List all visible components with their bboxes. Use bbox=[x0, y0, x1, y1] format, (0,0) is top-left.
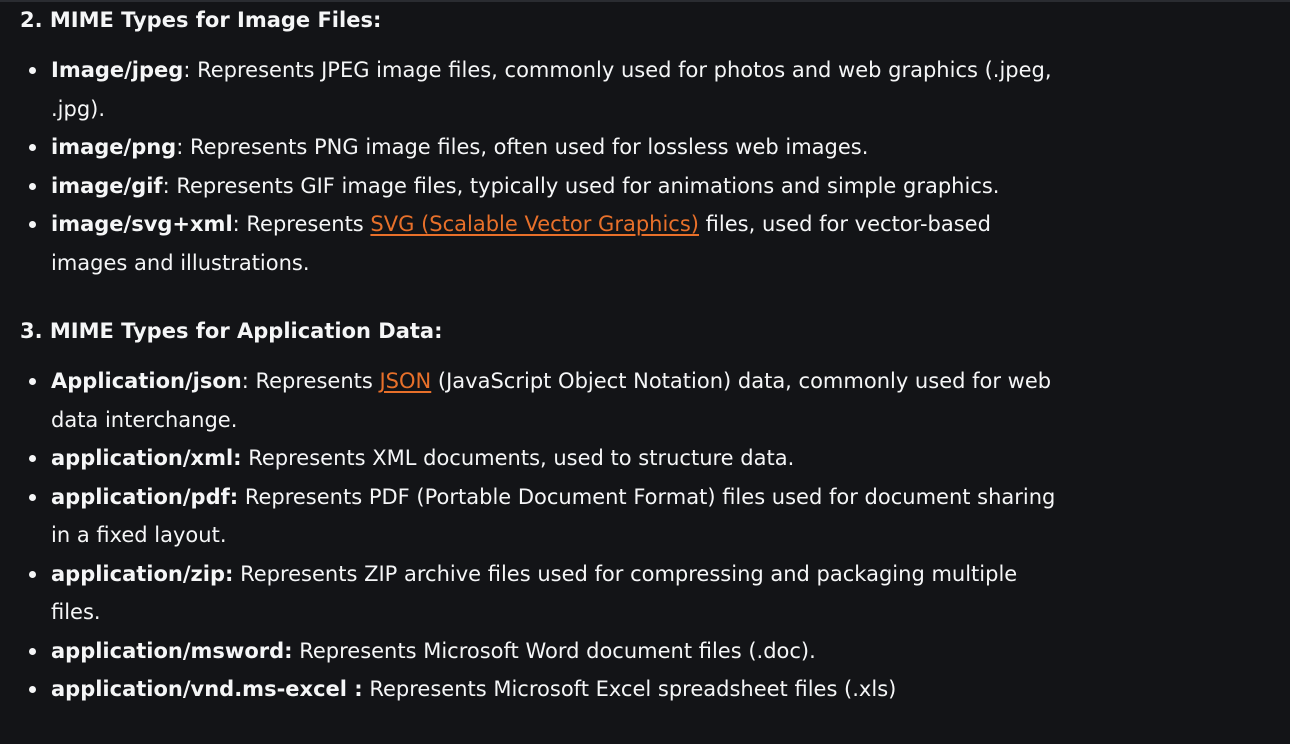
term-json: Application/json bbox=[51, 369, 242, 393]
article-content: 2. MIME Types for Image Files: Image/jpe… bbox=[20, 1, 1070, 709]
term-excel: application/vnd.ms-excel : bbox=[51, 677, 363, 701]
list-item-svg: image/svg+xml: Represents SVG (Scalable … bbox=[20, 205, 1070, 282]
term-msword: application/msword: bbox=[51, 638, 293, 663]
term-svg: image/svg+xml bbox=[51, 212, 233, 236]
image-types-list: Image/jpeg: Represents JPEG image files,… bbox=[20, 51, 1070, 282]
desc-gif: Represents GIF image files, typically us… bbox=[176, 173, 1000, 198]
image-types-heading: 2. MIME Types for Image Files: bbox=[20, 8, 382, 32]
term-jpeg: Image/jpeg bbox=[51, 58, 184, 82]
list-item-jpeg: Image/jpeg: Represents JPEG image files,… bbox=[20, 51, 1070, 128]
term-gif: image/gif bbox=[51, 173, 163, 198]
svg-link[interactable]: SVG (Scalable Vector Graphics) bbox=[370, 212, 699, 236]
list-item-gif: image/gif: Represents GIF image files, t… bbox=[20, 167, 1070, 206]
list-item-xml: application/xml: Represents XML document… bbox=[20, 439, 1070, 478]
desc-excel: Represents Microsoft Excel spreadsheet f… bbox=[362, 677, 897, 701]
list-item-excel: application/vnd.ms-excel : Represents Mi… bbox=[20, 670, 1070, 709]
application-types-heading: 3. MIME Types for Application Data: bbox=[20, 319, 443, 343]
application-types-list: Application/json: Represents JSON (JavaS… bbox=[20, 362, 1070, 709]
list-item-zip: application/zip: Represents ZIP archive … bbox=[20, 555, 1070, 632]
list-item-json: Application/json: Represents JSON (JavaS… bbox=[20, 362, 1070, 439]
term-pdf: application/pdf: bbox=[51, 484, 239, 509]
list-item-msword: application/msword: Represents Microsoft… bbox=[20, 632, 1070, 671]
desc-jpeg: Represents JPEG image files, commonly us… bbox=[51, 58, 1052, 121]
list-item-pdf: application/pdf: Represents PDF (Portabl… bbox=[20, 478, 1070, 555]
list-item-png: image/png: Represents PNG image files, o… bbox=[20, 128, 1070, 167]
term-png: image/png bbox=[51, 135, 177, 159]
desc-png: Represents PNG image files, often used f… bbox=[189, 135, 869, 159]
term-xml: application/xml: bbox=[51, 446, 242, 470]
json-link[interactable]: JSON bbox=[379, 369, 431, 393]
desc-xml: Represents XML documents, used to struct… bbox=[241, 446, 795, 470]
term-zip: application/zip: bbox=[51, 561, 234, 586]
desc-msword: Represents Microsoft Word document files… bbox=[292, 638, 816, 663]
